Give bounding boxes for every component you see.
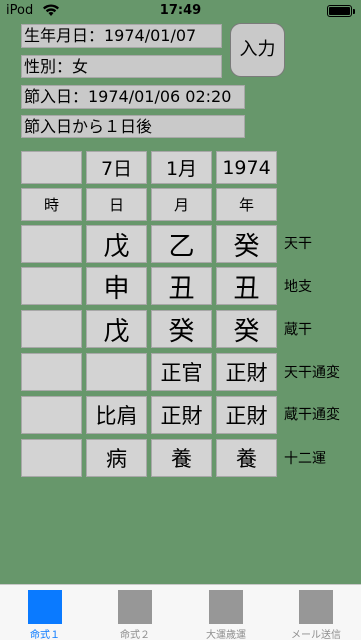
tenkan-tsuhen-year: 正財 — [216, 353, 277, 391]
gender-label: 性別：女 — [21, 55, 222, 78]
square-icon — [209, 590, 243, 624]
tab-mail[interactable]: メール送信 — [271, 585, 361, 640]
tenkan-month: 乙 — [151, 225, 212, 263]
days-after-label: 節入日から１日後 — [21, 115, 245, 138]
tab-label: 命式２ — [120, 630, 150, 640]
birth-date-label: 生年月日：1974/01/07 — [21, 24, 222, 48]
row-label-tenkan-tsuhen: 天干通変 — [284, 365, 340, 381]
row-label-zoukan-tsuhen: 蔵干通変 — [284, 407, 340, 423]
juniun-month: 養 — [151, 439, 212, 477]
zoukan-tsuhen-month: 正財 — [151, 396, 212, 434]
chishi-month: 丑 — [151, 267, 212, 305]
chishi-hour — [21, 267, 82, 305]
chishi-year: 丑 — [216, 267, 277, 305]
clock: 17:49 — [159, 3, 202, 18]
tab-bar: 命式１ 命式２ 大運歳運 メール送信 — [0, 584, 361, 640]
row-label-juniun: 十二運 — [284, 451, 326, 467]
zoukan-month: 癸 — [151, 310, 212, 348]
header-month: 1月 — [151, 151, 212, 184]
chishi-day: 申 — [86, 267, 147, 305]
column-label-year: 年 — [216, 188, 277, 221]
column-label-hour: 時 — [21, 188, 82, 221]
status-bar: iPod 17:49 — [0, 0, 361, 22]
header-year: 1974 — [216, 151, 277, 184]
tenkan-day: 戊 — [86, 225, 147, 263]
row-label-chishi: 地支 — [284, 279, 312, 295]
row-label-tenkan: 天干 — [284, 236, 312, 252]
row-label-zoukan: 蔵干 — [284, 322, 312, 338]
tab-taiun-saiun[interactable]: 大運歳運 — [181, 585, 271, 640]
tenkan-year: 癸 — [216, 225, 277, 263]
square-icon — [28, 590, 62, 624]
zoukan-tsuhen-hour — [21, 396, 82, 434]
header-day: 7日 — [86, 151, 147, 184]
zoukan-hour — [21, 310, 82, 348]
header-hour — [21, 151, 82, 184]
battery-icon — [327, 5, 352, 17]
input-button[interactable]: 入力 — [230, 23, 285, 77]
zoukan-day: 戊 — [86, 310, 147, 348]
tenkan-hour — [21, 225, 82, 263]
battery-tip — [353, 9, 355, 14]
tenkan-tsuhen-month: 正官 — [151, 353, 212, 391]
tab-label: 大運歳運 — [206, 630, 246, 640]
juniun-year: 養 — [216, 439, 277, 477]
tab-meishiki-1[interactable]: 命式１ — [0, 585, 90, 640]
square-icon — [118, 590, 152, 624]
juniun-hour — [21, 439, 82, 477]
zoukan-year: 癸 — [216, 310, 277, 348]
juniun-day: 病 — [86, 439, 147, 477]
column-label-day: 日 — [86, 188, 147, 221]
tenkan-tsuhen-hour — [21, 353, 82, 391]
tab-label: 命式１ — [30, 630, 60, 640]
square-icon — [299, 590, 333, 624]
zoukan-tsuhen-day: 比肩 — [86, 396, 147, 434]
tenkan-tsuhen-day — [86, 353, 147, 391]
tab-label: メール送信 — [291, 630, 341, 640]
setsuiri-date-label: 節入日：1974/01/06 02:20 — [21, 85, 245, 109]
column-label-month: 月 — [151, 188, 212, 221]
tab-meishiki-2[interactable]: 命式２ — [90, 585, 180, 640]
zoukan-tsuhen-year: 正財 — [216, 396, 277, 434]
